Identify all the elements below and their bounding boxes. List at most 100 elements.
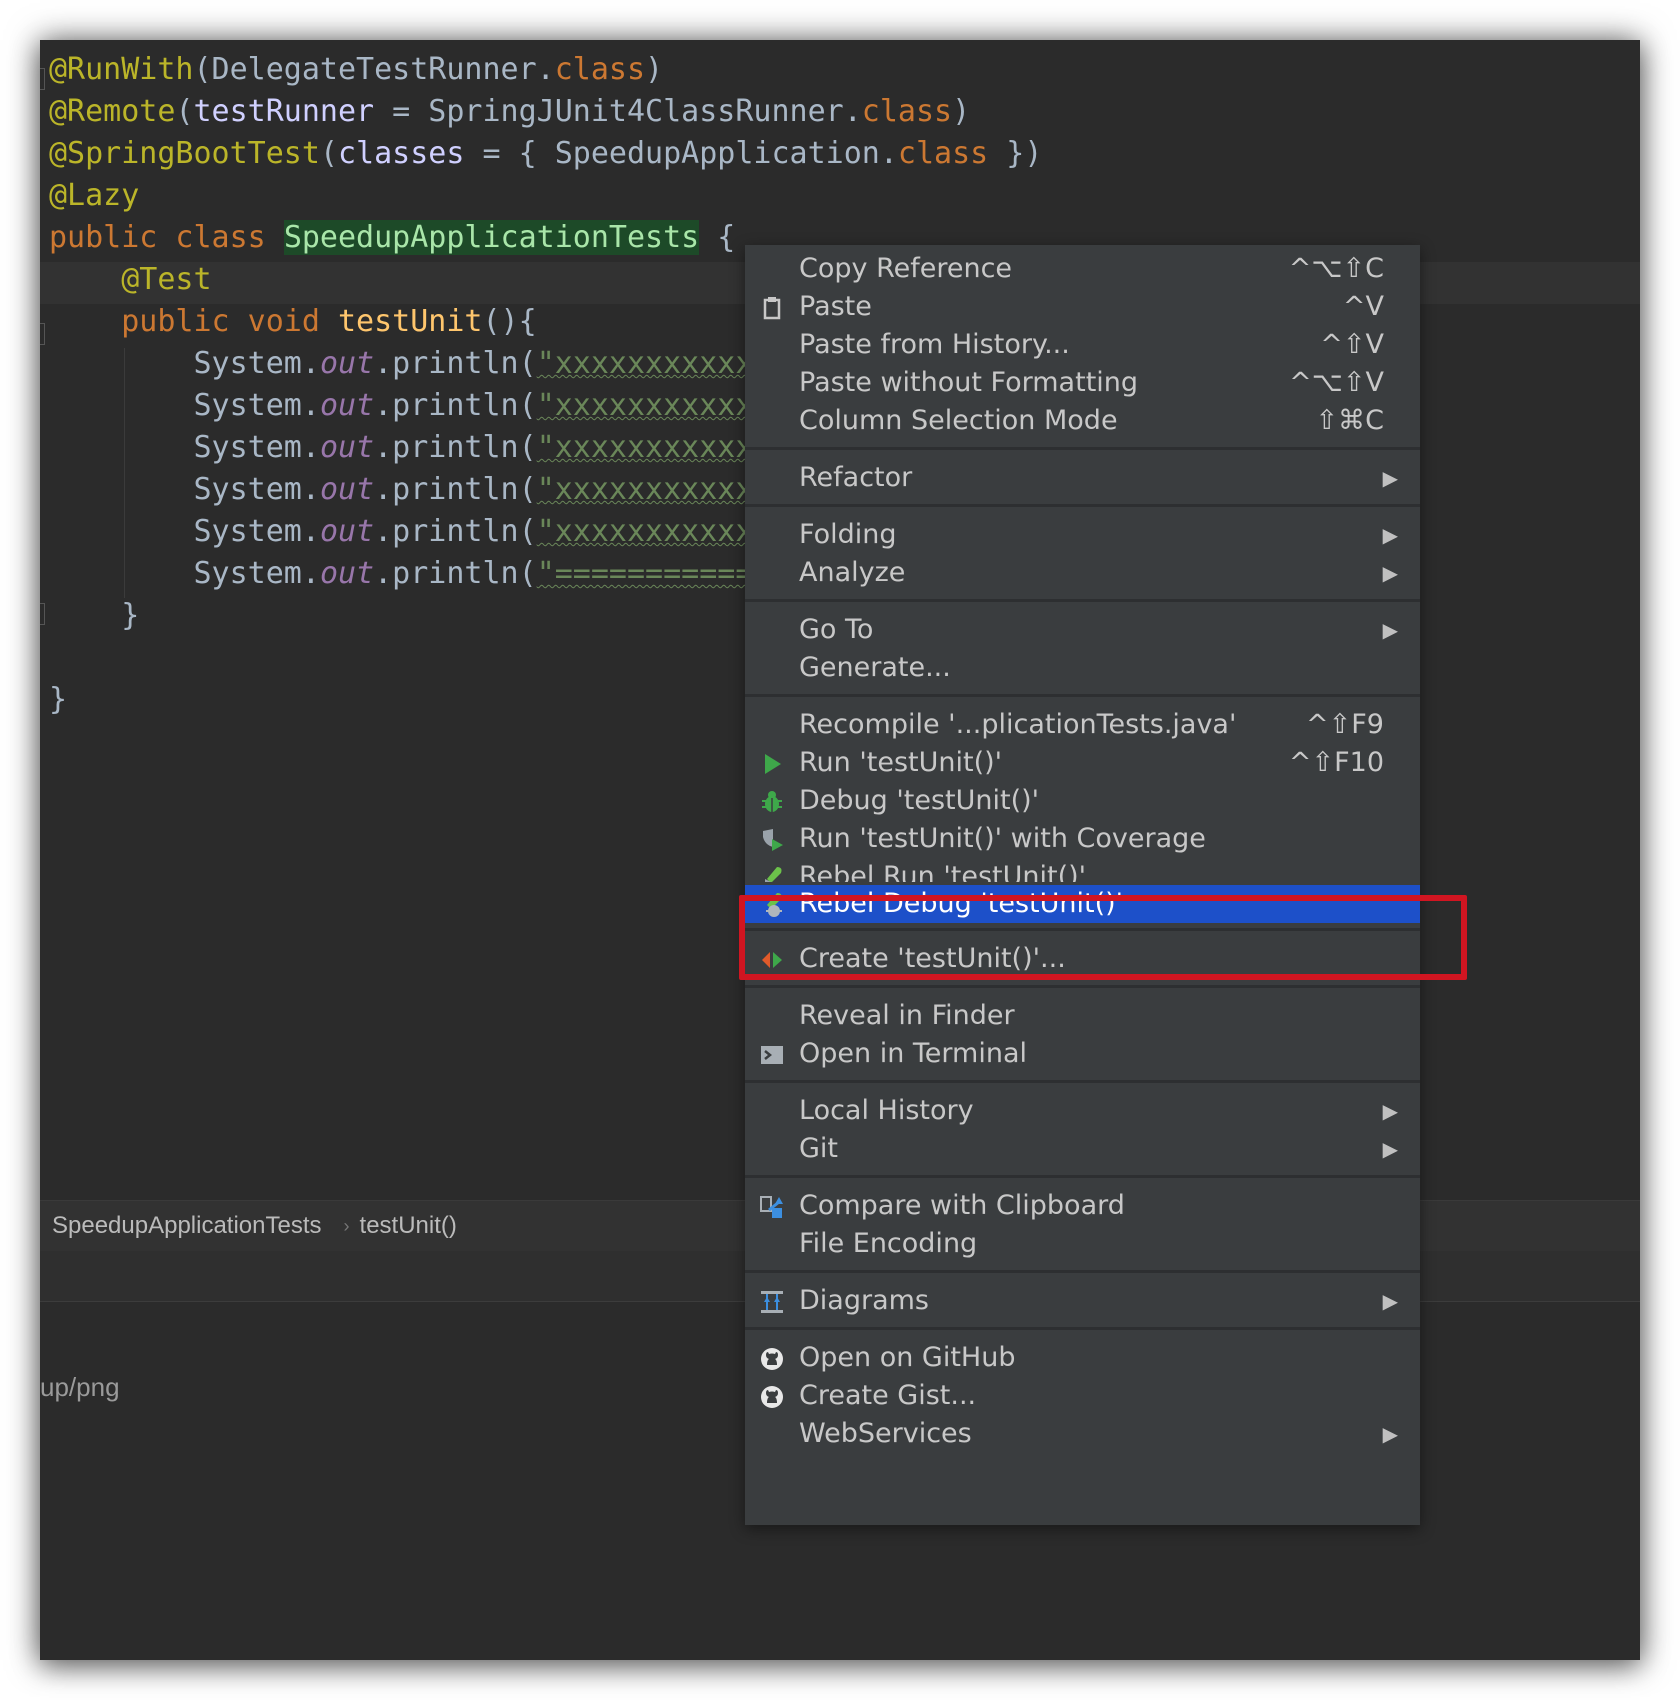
breadcrumb-class[interactable]: SpeedupApplicationTests (52, 1212, 322, 1240)
menu-item-open-on-github[interactable]: Open on GitHub (745, 1339, 1420, 1377)
code-token: }) (988, 136, 1043, 171)
code-token: testUnit (338, 304, 483, 339)
menu-item-shortcut: ^⇧F10 (1288, 747, 1384, 778)
menu-item-folding[interactable]: Folding ▶ (745, 516, 1420, 554)
code-token: System. (49, 430, 320, 465)
code-token: @Lazy (49, 178, 140, 213)
menu-item-shortcut: ^V (1342, 291, 1384, 322)
submenu-arrow-icon: ▶ (1382, 523, 1398, 547)
code-token: System. (49, 388, 320, 423)
code-token: .println( (374, 514, 537, 549)
fold-marker[interactable] (40, 68, 45, 90)
menu-item-debug-testunit[interactable]: Debug 'testUnit()' (745, 782, 1420, 820)
menu-item-shortcut: ^⌥⇧C (1288, 253, 1384, 284)
menu-item-label: Analyze (799, 557, 906, 588)
menu-item-paste[interactable]: Paste ^V (745, 288, 1420, 326)
code-token: ( (175, 94, 194, 129)
menu-item-shortcut: ^⇧V (1320, 329, 1384, 360)
menu-separator (745, 1080, 1420, 1083)
context-menu: Copy Reference ^⌥⇧C Paste ^V Paste from Hist… (745, 245, 1420, 1525)
menu-item-label: Refactor (799, 462, 913, 493)
debug-bug-icon (759, 788, 785, 814)
menu-item-go-to[interactable]: Go To ▶ (745, 611, 1420, 649)
menu-item-label: Rebel Run 'testUnit()' (799, 861, 1087, 882)
code-line[interactable]: public void testUnit(){ (49, 301, 536, 343)
code-line[interactable]: System.out.println("xxxxxxxxxxxxx (49, 343, 789, 385)
menu-separator (745, 599, 1420, 602)
github-icon (759, 1383, 785, 1409)
code-token: ) (952, 94, 971, 129)
menu-item-label: Compare with Clipboard (799, 1190, 1125, 1221)
menu-item-run-testunit[interactable]: Run 'testUnit()' ^⇧F10 (745, 744, 1420, 782)
code-token: out (319, 346, 375, 381)
menu-item-refactor[interactable]: Refactor ▶ (745, 459, 1420, 497)
code-token: .println( (374, 556, 537, 591)
menu-item-diagrams[interactable]: Diagrams ▶ (745, 1282, 1420, 1320)
menu-item-git[interactable]: Git ▶ (745, 1130, 1420, 1168)
menu-item-generate[interactable]: Generate... (745, 649, 1420, 687)
menu-item-shortcut: ^⇧F9 (1306, 709, 1384, 740)
code-token: { (699, 220, 736, 255)
submenu-arrow-icon: ▶ (1382, 1289, 1398, 1313)
menu-item-rebel-run-testunit[interactable]: Rebel Run 'testUnit()' (745, 858, 1420, 882)
menu-item-file-encoding[interactable]: File Encoding (745, 1225, 1420, 1263)
code-token: class (554, 52, 646, 87)
code-token: System. (49, 346, 320, 381)
menu-item-open-in-terminal[interactable]: Open in Terminal (745, 1035, 1420, 1073)
code-line[interactable]: System.out.println("============= (49, 553, 789, 595)
menu-separator (745, 694, 1420, 697)
menu-item-compare-with-clipboard[interactable]: Compare with Clipboard (745, 1187, 1420, 1225)
submenu-arrow-icon: ▶ (1382, 1422, 1398, 1446)
menu-separator (745, 1327, 1420, 1330)
code-line[interactable]: } (49, 679, 67, 721)
code-line[interactable]: System.out.println("xxxxxxxxxxxxx (49, 427, 789, 469)
menu-item-run-testunit-with-coverage[interactable]: Run 'testUnit()' with Coverage (745, 820, 1420, 858)
code-token: class (897, 136, 989, 171)
code-token: = SpringJUnit4ClassRunner. (374, 94, 862, 129)
menu-item-label: Diagrams (799, 1285, 929, 1316)
code-line[interactable]: } (49, 595, 139, 637)
menu-item-label: Run 'testUnit()' (799, 747, 1003, 778)
code-token: @SpringBootTest (49, 136, 320, 171)
fold-marker[interactable] (40, 603, 45, 625)
menu-separator (745, 1270, 1420, 1273)
menu-item-paste-without-formatting[interactable]: Paste without Formatting ^⌥⇧V (745, 364, 1420, 402)
menu-item-recompile-plicationtests-java[interactable]: Recompile '...plicationTests.java' ^⇧F9 (745, 706, 1420, 744)
menu-item-label: Column Selection Mode (799, 405, 1118, 436)
code-line[interactable]: public class SpeedupApplicationTests { (49, 217, 735, 259)
menu-item-reveal-in-finder[interactable]: Reveal in Finder (745, 997, 1420, 1035)
menu-item-copy-reference[interactable]: Copy Reference ^⌥⇧C (745, 250, 1420, 288)
menu-item-label: Folding (799, 519, 897, 550)
code-token: System. (49, 556, 320, 591)
breadcrumb-method[interactable]: testUnit() (360, 1212, 457, 1240)
menu-separator (745, 1175, 1420, 1178)
menu-item-paste-from-history[interactable]: Paste from History... ^⇧V (745, 326, 1420, 364)
coverage-icon (759, 826, 785, 852)
code-line[interactable]: System.out.println("xxxxxxxxxxxxx (49, 511, 789, 553)
code-line[interactable]: System.out.println("xxxxxxxxxxxxx (49, 469, 789, 511)
menu-item-local-history[interactable]: Local History ▶ (745, 1092, 1420, 1130)
menu-item-webservices[interactable]: WebServices ▶ (745, 1415, 1420, 1453)
menu-item-label: Create Gist... (799, 1380, 977, 1411)
code-token: System. (49, 514, 320, 549)
submenu-arrow-icon: ▶ (1382, 1099, 1398, 1123)
code-token: @Test (121, 262, 212, 297)
submenu-arrow-icon: ▶ (1382, 1137, 1398, 1161)
fold-marker[interactable] (40, 323, 45, 345)
code-token: .println( (374, 472, 537, 507)
menu-item-label: Debug 'testUnit()' (799, 785, 1040, 816)
clipboard-icon (759, 294, 785, 320)
menu-item-column-selection-mode[interactable]: Column Selection Mode ⇧⌘C (745, 402, 1420, 440)
github-icon (759, 1345, 785, 1371)
code-line[interactable]: @Lazy (49, 175, 139, 217)
submenu-arrow-icon: ▶ (1382, 466, 1398, 490)
menu-item-label: Paste from History... (799, 329, 1070, 360)
code-line[interactable]: @SpringBootTest(classes = { SpeedupAppli… (49, 133, 1042, 175)
menu-item-label: WebServices (799, 1418, 972, 1449)
menu-item-analyze[interactable]: Analyze ▶ (745, 554, 1420, 592)
code-line[interactable]: System.out.println("xxxxxxxxxxxxx (49, 385, 789, 427)
code-line[interactable]: @RunWith(DelegateTestRunner.class) (49, 49, 663, 91)
code-line[interactable]: @Test (49, 259, 212, 301)
menu-item-create-gist[interactable]: Create Gist... (745, 1377, 1420, 1415)
code-line[interactable]: @Remote(testRunner = SpringJUnit4ClassRu… (49, 91, 970, 133)
